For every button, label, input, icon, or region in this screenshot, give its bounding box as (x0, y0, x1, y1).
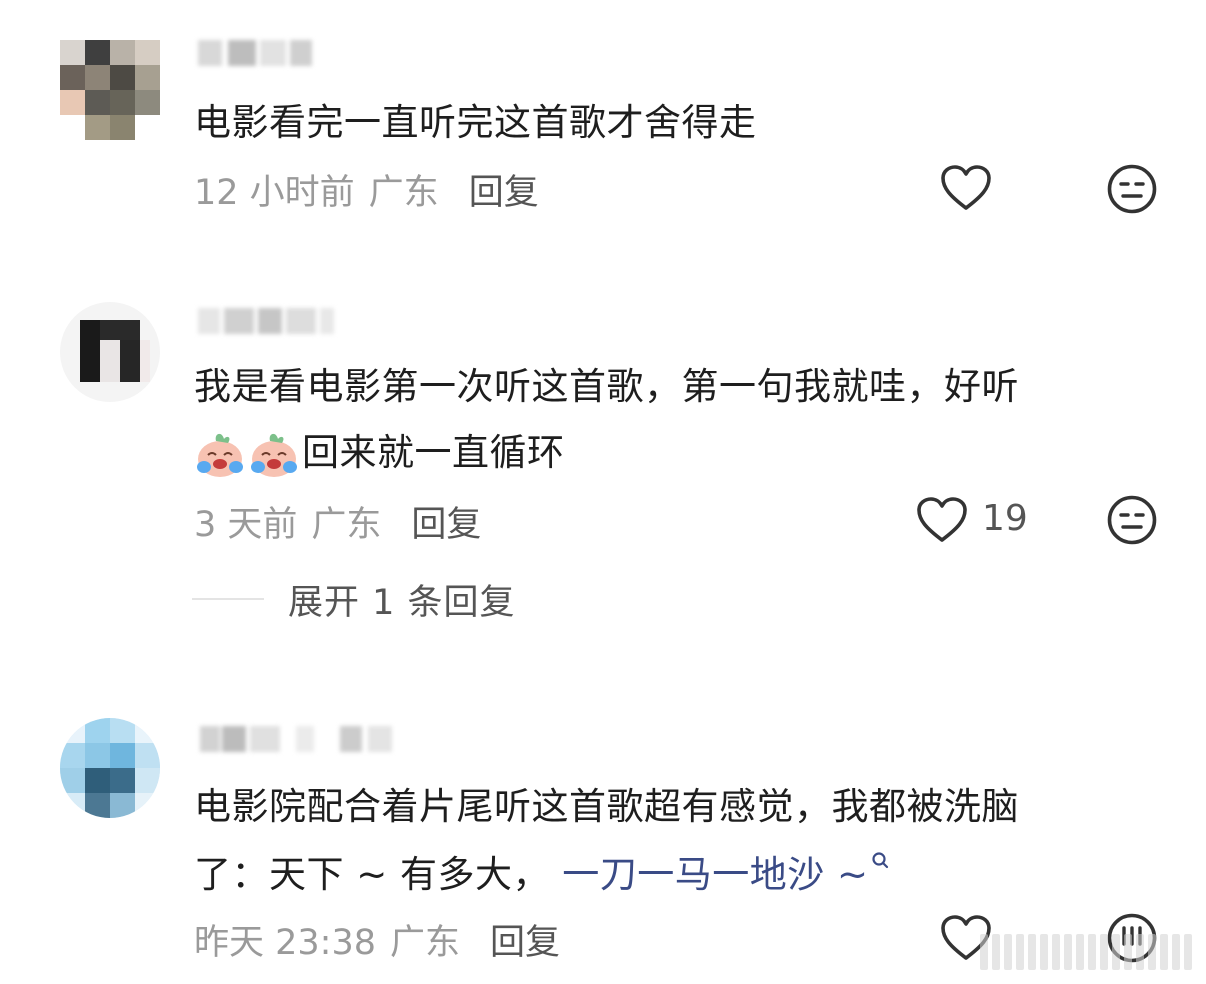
heart-outline-icon[interactable] (916, 496, 968, 544)
crying-emoji-icon (197, 433, 243, 477)
comment-time: 3 天前 (194, 505, 298, 545)
comment-location: 广东 (311, 505, 382, 545)
reply-button[interactable]: 回复 (490, 923, 560, 963)
crying-emoji-icon (251, 433, 297, 477)
meh-face-icon[interactable] (1106, 494, 1158, 546)
lyric-search-link-text[interactable]: 一刀一马一地沙 ~ (562, 853, 868, 896)
comment-meta: 昨天 23:38 广东 回复 (194, 914, 560, 965)
comment-location: 广东 (368, 173, 439, 213)
comment-meta: 3 天前 广东 回复 (194, 496, 481, 547)
comment-text-line2: 了：天下 ~ 有多大， 一刀一马一地沙 ~ (194, 842, 889, 908)
username-blurred[interactable] (198, 40, 318, 66)
avatar[interactable] (60, 302, 160, 402)
avatar[interactable] (60, 718, 160, 818)
comment-text: 电影院配合着片尾听这首歌超有感觉，我都被洗脑 (194, 785, 1019, 828)
avatar[interactable] (60, 40, 160, 140)
comment-time: 12 小时前 (194, 173, 355, 213)
like-count: 19 (982, 498, 1028, 539)
search-icon (871, 852, 888, 869)
lyric-search-link[interactable]: 一刀一马一地沙 ~ (562, 852, 888, 896)
username-blurred[interactable] (198, 308, 338, 334)
comment-text: 电影看完一直听完这首歌才舍得走 (194, 101, 757, 144)
comment-text-plain: 了：天下 ~ 有多大， (194, 853, 551, 896)
meh-face-icon[interactable] (1106, 163, 1158, 215)
comment-list: 电影看完一直听完这首歌才舍得走 12 小时前 广东 回复 我是看电影第一次听这首歌，… (0, 0, 1206, 984)
comment-location: 广东 (390, 923, 461, 963)
comment-text-tail: 回来就一直循环 (302, 431, 565, 474)
heart-outline-icon[interactable] (940, 164, 992, 212)
comment-time: 昨天 23:38 (194, 923, 376, 963)
watermark (980, 930, 1202, 974)
expand-replies-label: 展开 1 条回复 (288, 582, 516, 623)
expand-replies-button[interactable]: 展开 1 条回复 (192, 576, 516, 623)
reply-button[interactable]: 回复 (469, 173, 539, 213)
comment-meta: 12 小时前 广东 回复 (194, 164, 539, 215)
comment-text-line2: 回来就一直循环 (194, 420, 565, 486)
reply-button[interactable]: 回复 (411, 505, 481, 545)
username-blurred[interactable] (200, 726, 400, 752)
comment-text: 我是看电影第一次听这首歌，第一句我就哇，好听 (194, 365, 1019, 408)
divider (192, 598, 264, 600)
